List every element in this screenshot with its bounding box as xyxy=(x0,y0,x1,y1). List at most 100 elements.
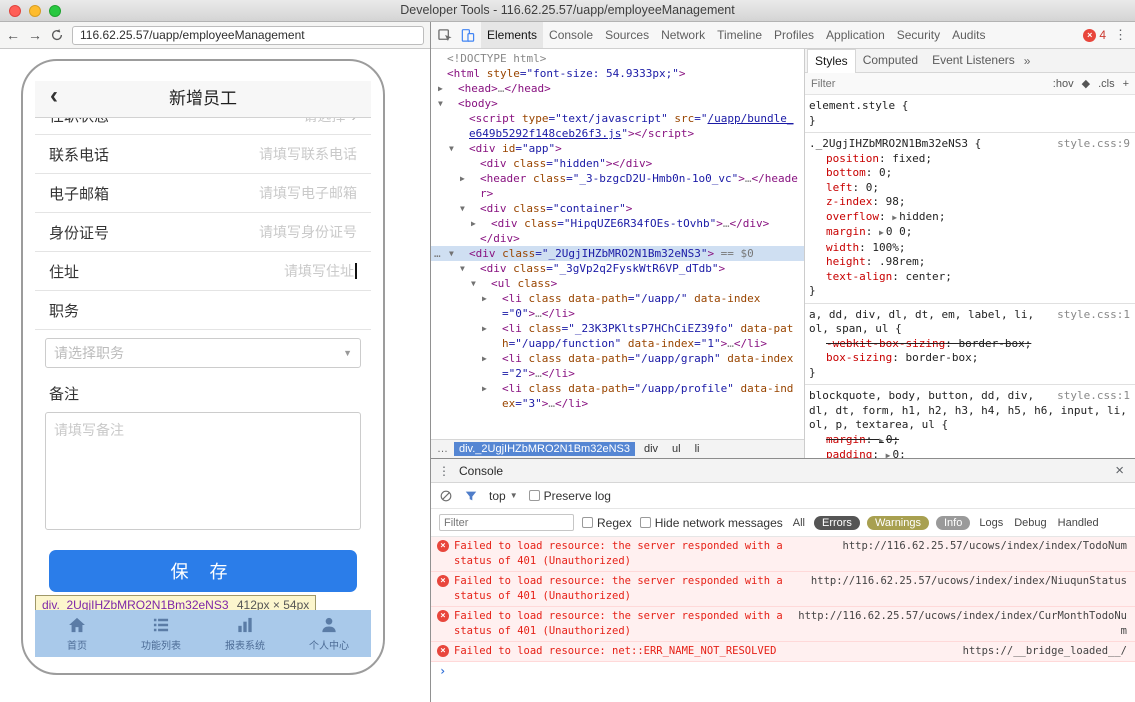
state-diamond-icon[interactable]: ◆ xyxy=(1082,77,1090,90)
console-level-info[interactable]: Info xyxy=(936,515,971,530)
inspect-element-icon[interactable] xyxy=(434,25,456,45)
breadcrumb-item[interactable]: ul xyxy=(667,442,686,456)
form-row-status[interactable]: 任职状态 请选择 › xyxy=(35,118,371,135)
expand-arrow-icon[interactable]: ▶ xyxy=(879,436,884,445)
breadcrumb-item[interactable]: div xyxy=(639,442,663,456)
preserve-log-toggle[interactable]: Preserve log xyxy=(528,489,611,503)
regex-toggle[interactable]: Regex xyxy=(582,516,632,530)
console-level-handled[interactable]: Handled xyxy=(1056,516,1101,530)
zoom-window-button[interactable] xyxy=(49,5,61,17)
css-source-link[interactable]: style.css:1 xyxy=(1057,389,1133,404)
expand-arrow-icon[interactable]: ▶ xyxy=(460,171,480,186)
form-row[interactable]: 身份证号 请填写身份证号 xyxy=(35,213,371,252)
style-property[interactable]: -webkit-box-sizing: border-box; xyxy=(809,337,1133,352)
style-property[interactable]: margin: ▶ 0 0; xyxy=(809,225,1133,241)
error-source-link[interactable]: https://__bridge_loaded__/ xyxy=(792,644,1127,659)
error-badge[interactable]: × 4 xyxy=(1083,28,1109,42)
collapse-arrow-icon[interactable]: ▼ xyxy=(438,96,458,111)
style-property[interactable]: bottom: 0; xyxy=(809,166,1133,181)
style-property[interactable]: padding: ▶ 0; xyxy=(809,448,1133,458)
collapse-arrow-icon[interactable]: ▼ xyxy=(471,276,491,291)
style-property[interactable]: z-index: 98; xyxy=(809,195,1133,210)
tab-application[interactable]: Application xyxy=(820,22,891,48)
close-window-button[interactable] xyxy=(9,5,21,17)
tab-sources[interactable]: Sources xyxy=(599,22,655,48)
expand-arrow-icon[interactable]: ▶ xyxy=(879,228,884,237)
minimize-window-button[interactable] xyxy=(29,5,41,17)
tree-node[interactable]: <html style="font-size: 54.9333px;"> xyxy=(431,66,804,81)
error-source-link[interactable]: http://116.62.25.57/ucows/index/index/Ni… xyxy=(792,574,1127,589)
close-drawer-icon[interactable]: × xyxy=(1111,462,1128,479)
tree-node[interactable]: ▼ <body> xyxy=(431,96,804,111)
save-button[interactable]: 保 存 xyxy=(49,550,357,592)
hide-network-checkbox[interactable] xyxy=(639,517,651,528)
regex-checkbox[interactable] xyxy=(582,517,593,528)
style-property[interactable]: box-sizing: border-box; xyxy=(809,351,1133,366)
expand-arrow-icon[interactable]: ▶ xyxy=(471,216,491,231)
style-property[interactable]: margin: ▶ 0; xyxy=(809,433,1133,449)
class-toggle[interactable]: .cls xyxy=(1098,78,1115,90)
reload-icon[interactable] xyxy=(50,28,64,42)
tab-console[interactable]: Console xyxy=(543,22,599,48)
note-textarea[interactable]: 请填写备注 xyxy=(45,412,361,530)
breadcrumb-item[interactable]: div._2UgjIHZbMRO2N1Bm32eNS3 xyxy=(454,442,635,456)
filter-funnel-icon[interactable] xyxy=(464,489,478,503)
expand-arrow-icon[interactable]: ▶ xyxy=(482,291,502,306)
tabbar-item-chart[interactable]: 报表系统 xyxy=(203,610,287,657)
style-property[interactable]: left: 0; xyxy=(809,181,1133,196)
tree-node[interactable]: ▼ <div id="app"> xyxy=(431,141,804,156)
form-row[interactable]: 电子邮箱 请填写电子邮箱 xyxy=(35,174,371,213)
hide-network-toggle[interactable]: Hide network messages xyxy=(639,516,783,530)
style-property[interactable]: text-align: center; xyxy=(809,270,1133,285)
style-property[interactable]: width: 100%; xyxy=(809,241,1133,256)
styles-tab-event-listeners[interactable]: Event Listeners xyxy=(925,49,1022,72)
collapse-arrow-icon[interactable]: ▼ xyxy=(449,141,469,156)
tree-node[interactable]: … ▼ <div class="_2UgjIHZbMRO2N1Bm32eNS3"> … xyxy=(431,246,804,261)
tab-elements[interactable]: Elements xyxy=(481,22,544,48)
tree-node[interactable]: <!DOCTYPE html> xyxy=(431,51,804,66)
expand-arrow-icon[interactable]: ▶ xyxy=(482,351,502,366)
console-level-all[interactable]: All xyxy=(791,516,807,530)
tree-node[interactable]: <script type="text/javascript" src="/uap… xyxy=(431,111,804,141)
drawer-menu-icon[interactable]: ⋮ xyxy=(438,464,450,478)
collapse-arrow-icon[interactable]: ▼ xyxy=(460,261,480,276)
preserve-log-checkbox[interactable] xyxy=(528,490,540,501)
tree-node[interactable]: ▼ <div class="_3gVp2q2FyskWtR6VP_dTdb"> xyxy=(431,261,804,276)
tabbar-item-list[interactable]: 功能列表 xyxy=(119,610,203,657)
pseudo-state-toggle[interactable]: :hov xyxy=(1053,78,1074,90)
tree-node[interactable]: ▶ <li class data-path="/uapp/graph" data-… xyxy=(431,351,804,381)
styles-filter-input[interactable] xyxy=(811,77,1047,90)
tree-node[interactable]: ▶ <head>…</head> xyxy=(431,81,804,96)
console-level-errors[interactable]: Errors xyxy=(813,515,860,530)
clear-console-icon[interactable] xyxy=(439,489,453,503)
device-toolbar-icon[interactable] xyxy=(456,25,478,45)
console-filter-input[interactable] xyxy=(439,514,574,531)
form-row[interactable]: 住址 请填写住址 xyxy=(35,252,371,291)
error-source-link[interactable]: http://116.62.25.57/ucows/index/index/To… xyxy=(792,539,1127,554)
styles-tab-styles[interactable]: Styles xyxy=(807,48,856,73)
breadcrumb-item[interactable]: li xyxy=(690,442,705,456)
back-chevron-icon[interactable]: ‹ xyxy=(50,82,58,110)
job-select[interactable]: 请选择职务 ▼ xyxy=(45,338,361,368)
collapse-arrow-icon[interactable]: ▼ xyxy=(449,246,469,261)
new-style-rule-button[interactable]: + xyxy=(1123,78,1129,90)
tabbar-item-home[interactable]: 首页 xyxy=(35,610,119,657)
style-property[interactable]: overflow: ▶ hidden; xyxy=(809,210,1133,226)
tree-node[interactable]: ▶ <li class data-path="/uapp/profile" dat… xyxy=(431,381,804,411)
tree-node[interactable]: ▶ <div class="HipqUZE6R34fOEs-tOvhb">…</d… xyxy=(431,216,804,231)
form-row[interactable]: 联系电话 请填写联系电话 xyxy=(35,135,371,174)
tabbar-item-person[interactable]: 个人中心 xyxy=(287,610,371,657)
tab-audits[interactable]: Audits xyxy=(946,22,991,48)
css-source-link[interactable]: style.css:9 xyxy=(1057,137,1133,152)
tree-node[interactable]: ▶ <li class data-path="/uapp/" data-index… xyxy=(431,291,804,321)
tab-profiles[interactable]: Profiles xyxy=(768,22,820,48)
expand-arrow-icon[interactable]: ▶ xyxy=(892,213,897,222)
execution-context-selector[interactable]: top ▼ xyxy=(489,489,518,503)
expand-arrow-icon[interactable]: ▶ xyxy=(886,451,891,458)
expand-arrow-icon[interactable]: ▶ xyxy=(482,381,502,396)
style-property[interactable]: position: fixed; xyxy=(809,152,1133,167)
expand-arrow-icon[interactable]: ▶ xyxy=(438,81,458,96)
back-button[interactable]: ← xyxy=(6,28,20,42)
styles-tab-computed[interactable]: Computed xyxy=(856,49,925,72)
more-tabs-icon[interactable]: » xyxy=(1024,54,1031,68)
